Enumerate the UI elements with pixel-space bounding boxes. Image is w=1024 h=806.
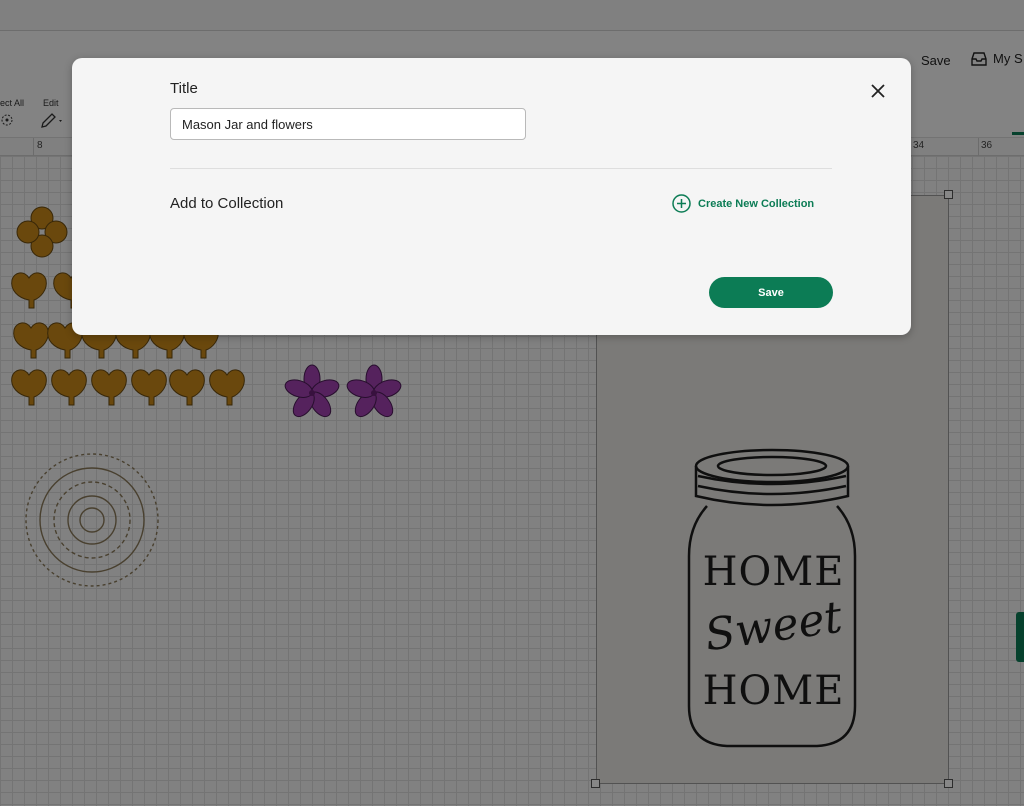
plus-circle-icon [672,194,691,213]
project-title-input[interactable] [170,108,526,140]
save-button[interactable]: Save [709,277,833,308]
title-label: Title [170,80,198,97]
save-project-dialog: Title Add to Collection Create New Colle… [72,58,911,335]
create-new-collection-button[interactable]: Create New Collection [672,194,814,213]
create-new-collection-label: Create New Collection [698,197,815,210]
dialog-divider [170,168,832,169]
close-icon[interactable] [867,80,889,102]
add-to-collection-label: Add to Collection [170,195,284,212]
